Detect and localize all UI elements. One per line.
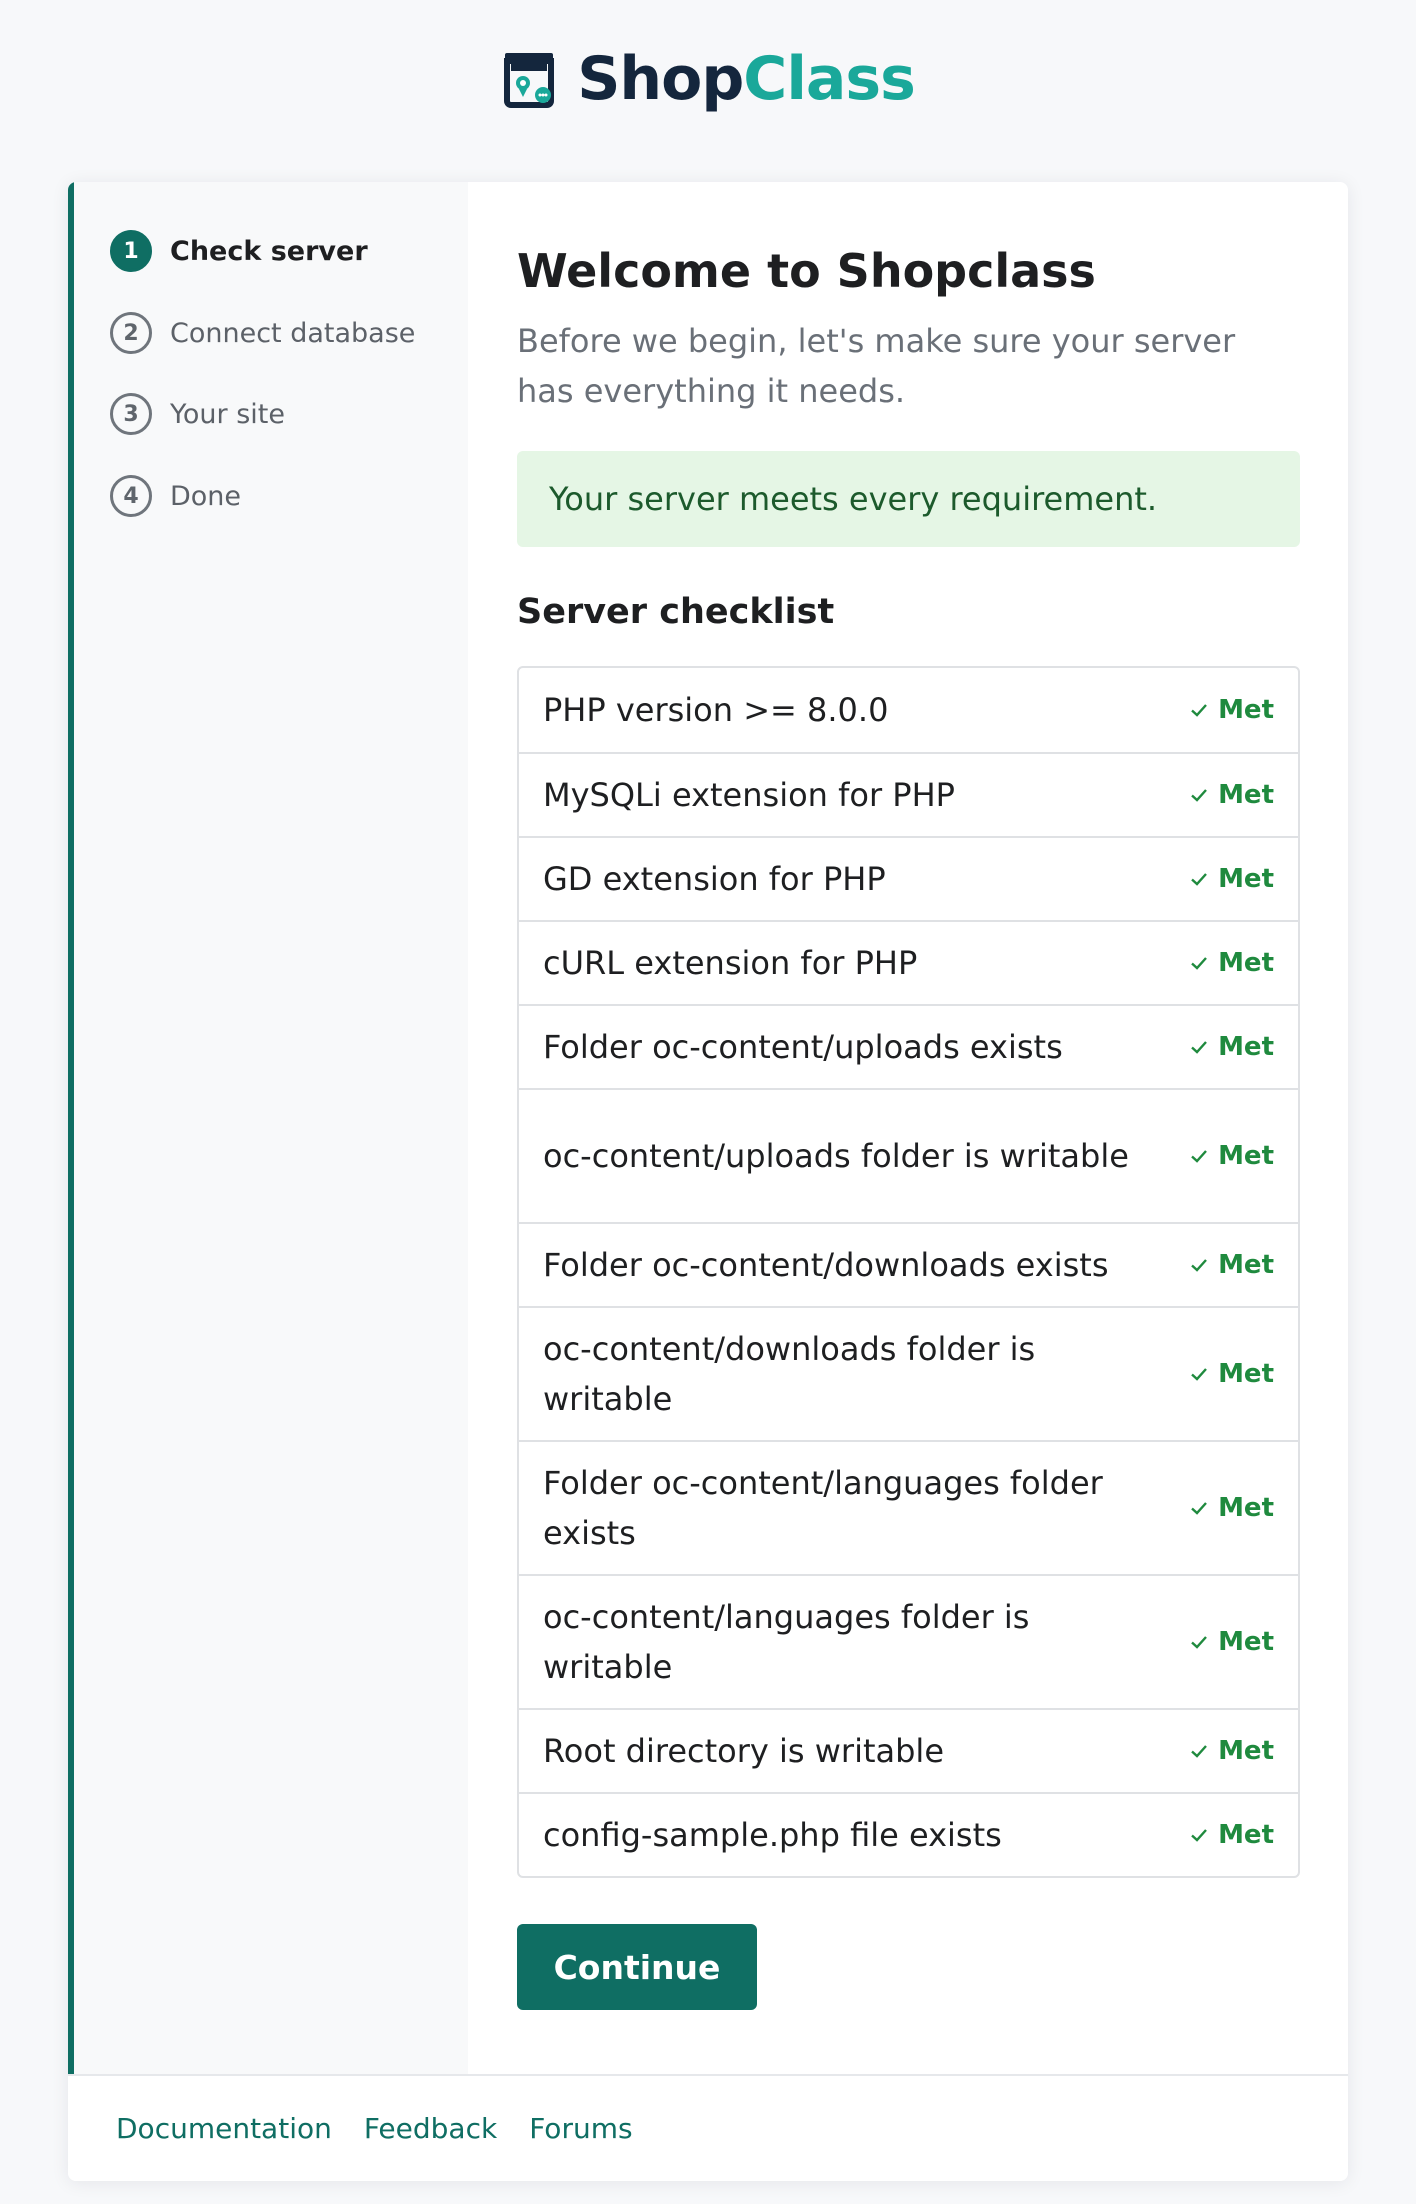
server-checklist: PHP version >= 8.0.0 Met MySQLi extension… [517, 666, 1300, 1878]
check-icon [1191, 1745, 1207, 1758]
status-label: Met [1218, 695, 1274, 725]
status-badge: Met [1190, 1736, 1274, 1766]
documentation-link[interactable]: Documentation [116, 2112, 332, 2145]
checklist-row: PHP version >= 8.0.0 Met [519, 668, 1298, 752]
checklist-item-text: MySQLi extension for PHP [543, 776, 955, 814]
checklist-item-text: cURL extension for PHP [543, 944, 918, 982]
step-number: 3 [110, 393, 152, 435]
brand-name-part2: Class [743, 44, 916, 114]
check-icon [1191, 1150, 1207, 1163]
status-badge: Met [1190, 948, 1274, 978]
status-badge: Met [1190, 1250, 1274, 1280]
footer: Documentation Feedback Forums [68, 2074, 1348, 2181]
checklist-row: GD extension for PHP Met [519, 836, 1298, 920]
app-logo: ShopClass [0, 44, 1416, 114]
step-label: Check server [170, 235, 368, 267]
checklist-item-text: GD extension for PHP [543, 860, 886, 898]
step-check-server: 1 Check server [110, 230, 368, 272]
steps-sidebar: 1 Check server 2 Connect database 3 Your… [68, 182, 468, 2074]
status-label: Met [1218, 1359, 1274, 1389]
check-icon [1191, 1636, 1207, 1649]
checklist-item-text: oc-content/uploads folder is writable [543, 1137, 1129, 1175]
step-number: 2 [110, 312, 152, 354]
check-icon [1191, 1829, 1207, 1842]
check-icon [1191, 1259, 1207, 1272]
checklist-item-text: Root directory is writable [543, 1732, 944, 1770]
checklist-row: cURL extension for PHP Met [519, 920, 1298, 1004]
step-label: Your site [170, 398, 285, 430]
success-alert: Your server meets every requirement. [517, 451, 1300, 547]
checklist-row: Root directory is writable Met [519, 1708, 1298, 1792]
checklist-row: Folder oc-content/uploads exists Met [519, 1004, 1298, 1088]
checklist-item-text: oc-content/languages folder is writable [543, 1598, 1030, 1686]
checklist-row: Folder oc-content/downloads exists Met [519, 1222, 1298, 1306]
status-badge: Met [1190, 1493, 1274, 1523]
step-done: 4 Done [110, 475, 241, 517]
status-badge: Met [1190, 695, 1274, 725]
status-badge: Met [1190, 780, 1274, 810]
status-label: Met [1218, 780, 1274, 810]
brand-name: ShopClass [577, 44, 916, 114]
feedback-link[interactable]: Feedback [364, 2112, 497, 2145]
status-label: Met [1218, 948, 1274, 978]
shop-logo-icon [504, 53, 555, 108]
status-badge: Met [1190, 1359, 1274, 1389]
checklist-title: Server checklist [517, 592, 835, 632]
status-badge: Met [1190, 1141, 1274, 1171]
step-label: Done [170, 480, 242, 512]
check-icon [1191, 957, 1207, 970]
status-badge: Met [1190, 864, 1274, 894]
check-icon [1191, 1041, 1207, 1054]
checklist-item-text: Folder oc-content/downloads exists [543, 1246, 1109, 1284]
status-label: Met [1218, 1493, 1274, 1523]
status-label: Met [1218, 864, 1274, 894]
status-label: Met [1218, 1627, 1274, 1657]
checklist-item-text: config-sample.php file exists [543, 1816, 1002, 1854]
status-badge: Met [1190, 1820, 1274, 1850]
status-badge: Met [1190, 1032, 1274, 1062]
brand-name-part1: Shop [577, 44, 744, 114]
step-label: Connect database [170, 317, 416, 349]
footer-links: Documentation Feedback Forums [116, 2076, 633, 2181]
check-icon [1191, 1502, 1207, 1515]
step-number: 1 [110, 230, 152, 272]
checklist-row: config-sample.php file exists Met [519, 1792, 1298, 1876]
step-your-site: 3 Your site [110, 393, 285, 435]
checklist-item-text: Folder oc-content/languages folder exist… [543, 1464, 1103, 1552]
check-icon [1191, 1368, 1207, 1381]
continue-button[interactable]: Continue [517, 1924, 757, 2010]
status-badge: Met [1190, 1627, 1274, 1657]
status-label: Met [1218, 1820, 1274, 1850]
checklist-item-text: oc-content/downloads folder is writable [543, 1330, 1036, 1418]
installer-card: 1 Check server 2 Connect database 3 Your… [68, 182, 1348, 2181]
checklist-row: Folder oc-content/languages folder exist… [519, 1440, 1298, 1574]
step-connect-database: 2 Connect database [110, 312, 415, 354]
status-label: Met [1218, 1736, 1274, 1766]
page-title: Welcome to Shopclass [517, 244, 1096, 298]
checklist-row: MySQLi extension for PHP Met [519, 752, 1298, 836]
page-subtitle: Before we begin, let's make sure your se… [517, 322, 1236, 410]
check-icon [1191, 704, 1207, 717]
check-icon [1191, 789, 1207, 802]
checklist-row: oc-content/downloads folder is writable M… [519, 1306, 1298, 1440]
forums-link[interactable]: Forums [529, 2112, 632, 2145]
checklist-row: oc-content/uploads folder is writable Met [519, 1088, 1298, 1222]
check-icon [1191, 873, 1207, 886]
status-label: Met [1218, 1032, 1274, 1062]
checklist-item-text: Folder oc-content/uploads exists [543, 1028, 1063, 1066]
status-label: Met [1218, 1250, 1274, 1280]
checklist-row: oc-content/languages folder is writable M… [519, 1574, 1298, 1708]
step-number: 4 [110, 475, 152, 517]
checklist-item-text: PHP version >= 8.0.0 [543, 691, 889, 729]
status-label: Met [1218, 1141, 1274, 1171]
